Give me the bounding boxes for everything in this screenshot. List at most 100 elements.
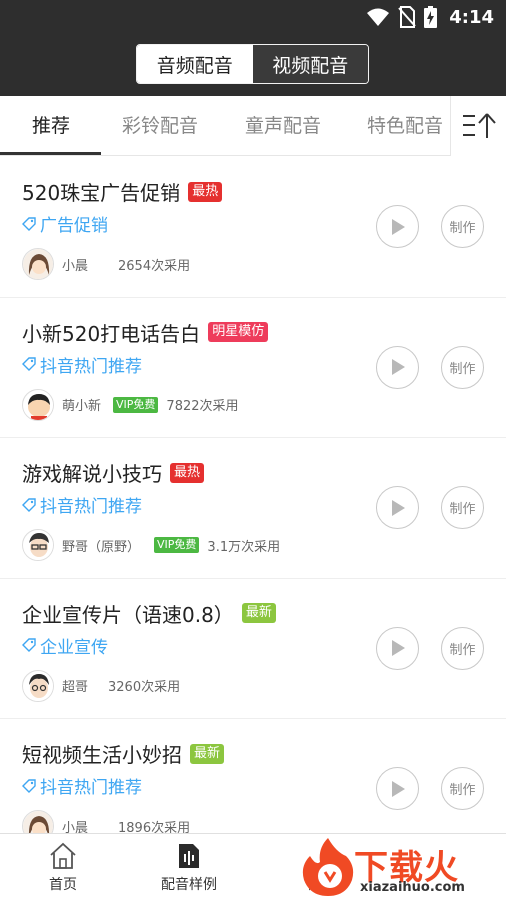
vip-free-badge: VIP免费 (113, 396, 159, 413)
author-row: 小晨 2654次采用 (22, 248, 190, 280)
menu-lines-icon (462, 113, 496, 138)
avatar[interactable] (22, 810, 54, 833)
author-row: 野哥（原野） VIP免费 3.1万次采用 (22, 529, 280, 561)
tag-label: 广告促销 (40, 216, 108, 236)
make-button[interactable]: 制作 (441, 626, 484, 670)
avatar[interactable] (22, 248, 54, 280)
list-item[interactable]: 短视频生活小妙招 最新 抖音热门推荐 小晨 1896次采用 制作 (0, 719, 506, 833)
tag-link[interactable]: 抖音热门推荐 (22, 773, 142, 798)
author-row: 超哥 3260次采用 (22, 669, 181, 702)
status-icons: 4:14 (366, 5, 494, 29)
tag-icon (22, 216, 36, 231)
author-name: 超哥 (62, 680, 89, 695)
audio-video-switch: 音频配音 视频配音 (136, 44, 369, 84)
make-button[interactable]: 制作 (441, 767, 484, 810)
home-icon (50, 842, 76, 869)
play-icon (391, 499, 405, 516)
tag-link[interactable]: 企业宣传 (22, 633, 108, 658)
status-time: 4:14 (449, 6, 494, 28)
list-item[interactable]: 游戏解说小技巧 最热 抖音热门推荐 野哥（原野） VIP免费 3.1万次采用 制… (0, 438, 506, 579)
tab-ringtone-dubbing[interactable]: 彩铃配音 (122, 96, 198, 155)
battery-charging-icon (424, 6, 438, 28)
make-button[interactable]: 制作 (441, 486, 484, 529)
item-title: 520珠宝广告促销 (22, 181, 181, 205)
category-tabs: 推荐 彩铃配音 童声配音 特色配音 (0, 96, 506, 156)
sample-list: 520珠宝广告促销 最热 广告促销 小晨 2654次采用 制作 小新520打电话… (0, 157, 506, 833)
no-sim-icon (398, 6, 416, 28)
play-icon (391, 640, 405, 656)
title-row: 520珠宝广告促销 最热 (22, 177, 223, 206)
use-count: 7822次采用 (166, 399, 239, 414)
author-row: 小晨 1896次采用 (22, 810, 190, 833)
segment-video-dubbing[interactable]: 视频配音 (252, 45, 368, 83)
list-item[interactable]: 企业宣传片（语速0.8） 最新 企业宣传 超哥 3260次采用 制作 (0, 579, 506, 719)
tab-active-indicator (0, 152, 101, 155)
tab-child-voice-dubbing[interactable]: 童声配音 (245, 96, 321, 155)
tag-label: 企业宣传 (40, 637, 108, 658)
wifi-icon (367, 8, 390, 26)
play-button[interactable] (376, 486, 419, 529)
item-title: 企业宣传片（语速0.8） (22, 602, 234, 627)
vip-free-badge: VIP免费 (154, 537, 200, 553)
make-button[interactable]: 制作 (441, 205, 484, 248)
use-count: 2654次采用 (118, 258, 191, 274)
hot-badge: 最热 (188, 181, 223, 202)
author-name: 野哥（原野） (62, 539, 141, 555)
item-title: 短视频生活小妙招 (22, 743, 182, 767)
tag-label: 抖音热门推荐 (40, 356, 142, 377)
hot-badge: 最热 (170, 462, 205, 483)
list-item[interactable]: 小新520打电话告白 明星模仿 抖音热门推荐 萌小新 VIP免费 7822次采用… (0, 298, 506, 438)
play-button[interactable] (376, 205, 419, 248)
nav-voice-samples[interactable]: 配音样例 (144, 842, 234, 894)
nav-home[interactable]: 首页 (18, 842, 108, 894)
tag-label: 抖音热门推荐 (40, 778, 142, 798)
voice-sample-icon (179, 844, 199, 868)
item-title: 小新520打电话告白 (22, 321, 201, 346)
status-bar: 4:14 (0, 0, 506, 34)
tabs-more-button[interactable] (450, 96, 506, 156)
make-button[interactable]: 制作 (441, 345, 484, 389)
author-name: 小晨 (62, 820, 89, 834)
use-count: 3260次采用 (108, 680, 181, 695)
tag-icon (22, 497, 36, 512)
tag-link[interactable]: 抖音热门推荐 (22, 352, 142, 377)
celebrity-badge: 明星模仿 (208, 322, 269, 342)
avatar[interactable] (22, 669, 54, 702)
title-row: 短视频生活小妙招 最新 (22, 739, 225, 768)
play-button[interactable] (376, 626, 419, 670)
use-count: 3.1万次采用 (207, 539, 281, 555)
tag-icon (22, 778, 36, 793)
flame-logo-icon (302, 838, 354, 896)
header-bar: 音频配音 视频配音 (0, 34, 506, 96)
list-item[interactable]: 520珠宝广告促销 最热 广告促销 小晨 2654次采用 制作 (0, 157, 506, 298)
play-icon (391, 359, 405, 375)
play-button[interactable] (376, 345, 419, 389)
play-icon (391, 780, 405, 797)
new-badge: 最新 (190, 743, 225, 764)
use-count: 1896次采用 (118, 820, 191, 834)
watermark: 下载火 xiazaihuo.com (298, 836, 506, 900)
avatar[interactable] (22, 529, 54, 561)
tag-link[interactable]: 广告促销 (22, 211, 108, 236)
play-icon (391, 218, 405, 235)
play-button[interactable] (376, 767, 419, 810)
tag-link[interactable]: 抖音热门推荐 (22, 492, 142, 517)
tag-icon (22, 357, 36, 371)
author-name: 小晨 (62, 258, 89, 274)
segment-audio-dubbing[interactable]: 音频配音 (137, 45, 253, 83)
new-badge: 最新 (241, 603, 276, 623)
avatar[interactable] (22, 388, 54, 421)
title-row: 小新520打电话告白 明星模仿 (22, 318, 269, 347)
author-name: 萌小新 (62, 399, 102, 414)
title-row: 企业宣传片（语速0.8） 最新 (22, 599, 276, 628)
tab-recommend[interactable]: 推荐 (32, 96, 70, 155)
nav-voice-samples-label: 配音样例 (161, 877, 217, 893)
item-title: 游戏解说小技巧 (22, 462, 162, 486)
tag-label: 抖音热门推荐 (40, 497, 142, 517)
watermark-url: xiazaihuo.com (360, 880, 465, 895)
tab-special-dubbing[interactable]: 特色配音 (367, 96, 443, 155)
nav-home-label: 首页 (49, 877, 77, 893)
title-row: 游戏解说小技巧 最热 (22, 458, 205, 487)
tag-icon (22, 638, 36, 652)
author-row: 萌小新 VIP免费 7822次采用 (22, 388, 239, 421)
